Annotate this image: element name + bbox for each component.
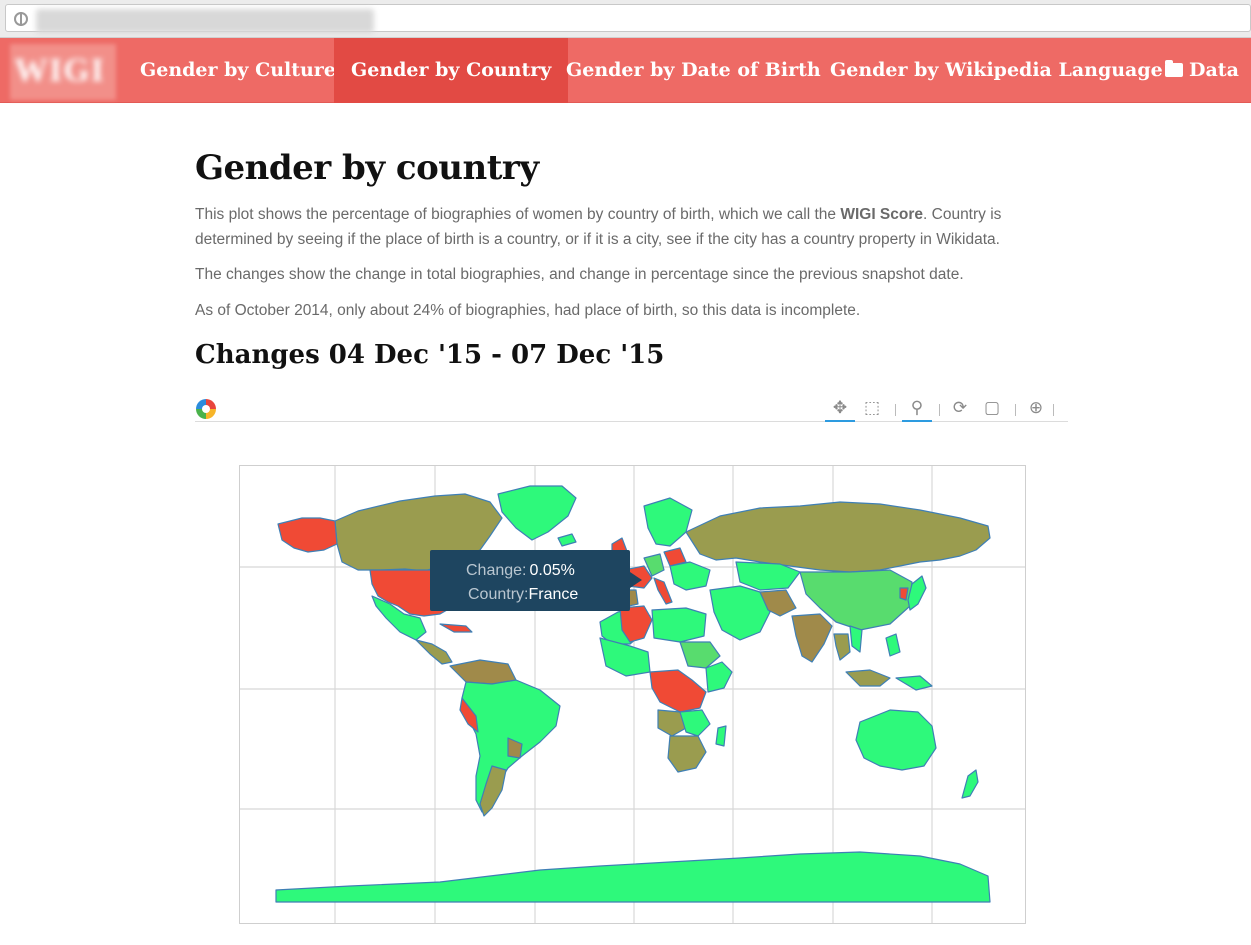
country-iceland [557, 533, 577, 547]
intro-text-start: This plot shows the percentage of biogra… [195, 206, 841, 223]
tooltip-country-row: Country:France [468, 586, 578, 604]
country-usa-alaska [277, 517, 338, 553]
country-tanzania [679, 709, 711, 737]
wheel-zoom-tool-icon[interactable]: ⚲ [902, 396, 932, 422]
intro-paragraph: This plot shows the percentage of biogra… [195, 202, 1075, 252]
address-bar[interactable] [5, 4, 1251, 33]
toolbar-divider [1053, 404, 1054, 416]
country-russia [685, 501, 991, 573]
country-cuba [439, 623, 473, 633]
globe-icon [14, 12, 28, 26]
country-central-america [415, 639, 453, 665]
country-east-africa [705, 661, 733, 693]
country-eastern-europe [669, 561, 711, 591]
country-india [791, 613, 833, 663]
page-title: Gender by country [195, 148, 539, 188]
brand-text[interactable]: WIGI [14, 52, 105, 90]
world-map-plot[interactable]: Change: 0.05% Country:France [239, 465, 1026, 924]
country-thailand [833, 633, 851, 661]
pan-tool-icon[interactable]: ✥ [825, 396, 855, 422]
tooltip-change-label: Change: [466, 562, 527, 579]
plot-toolbar: ✥ ⬚ ⚲ ⟳ ▢ ⊕ [195, 394, 1068, 422]
tooltip-change-value: 0.05% [529, 562, 575, 579]
country-korea [899, 587, 909, 601]
nav-item-gender-by-wikipedia-language[interactable]: Gender by Wikipedia Language [813, 38, 1180, 103]
tooltip-change-row: Change: 0.05% [466, 562, 575, 580]
bokeh-logo-icon[interactable] [196, 399, 216, 419]
top-navbar: WIGI Gender by Culture Gender by Country… [0, 38, 1251, 103]
country-philippines [885, 633, 901, 657]
toolbar-divider [895, 404, 896, 416]
country-new-zealand [961, 769, 979, 799]
toolbar-divider [939, 404, 940, 416]
country-papua [895, 675, 933, 691]
toolbar-divider [1015, 404, 1016, 416]
hover-tool-icon[interactable]: ⊕ [1021, 396, 1051, 422]
folder-icon [1165, 60, 1183, 77]
section-title: Changes 04 Dec '15 - 07 Dec '15 [195, 340, 665, 370]
coverage-note: As of October 2014, only about 24% of bi… [195, 302, 861, 319]
country-venezuela [449, 659, 517, 685]
world-map-svg[interactable] [240, 466, 1026, 924]
changes-note: The changes show the change in total bio… [195, 266, 964, 283]
country-southern-africa [667, 735, 707, 773]
country-scandinavia [643, 497, 693, 547]
country-vietnam [849, 625, 863, 653]
countries[interactable] [275, 485, 991, 903]
save-tool-icon[interactable]: ▢ [977, 396, 1007, 422]
nav-item-gender-by-culture[interactable]: Gender by Culture [123, 38, 353, 103]
country-antarctica [275, 851, 991, 903]
nav-item-gender-by-date-of-birth[interactable]: Gender by Date of Birth [549, 38, 838, 103]
country-central-africa [649, 669, 707, 713]
nav-item-data-label: Data [1189, 59, 1239, 81]
reset-tool-icon[interactable]: ⟳ [945, 396, 975, 422]
nav-item-gender-by-country[interactable]: Gender by Country [334, 38, 569, 103]
hover-tooltip: Change: 0.05% Country:France [430, 550, 642, 611]
tooltip-country-label: Country: [468, 586, 529, 603]
country-italy [653, 577, 673, 605]
browser-toolbar [0, 0, 1251, 38]
wigi-score-term: WIGI Score [840, 206, 924, 223]
country-australia [855, 709, 937, 771]
country-indonesia [845, 669, 891, 687]
country-sudan [679, 641, 721, 669]
box-zoom-tool-icon[interactable]: ⬚ [857, 396, 887, 422]
tooltip-country-value: France [528, 586, 579, 603]
url-text [36, 9, 374, 33]
country-libya-egypt [651, 607, 707, 643]
country-greenland [497, 485, 577, 541]
country-madagascar [715, 725, 727, 747]
nav-item-data[interactable]: Data [1148, 38, 1251, 103]
